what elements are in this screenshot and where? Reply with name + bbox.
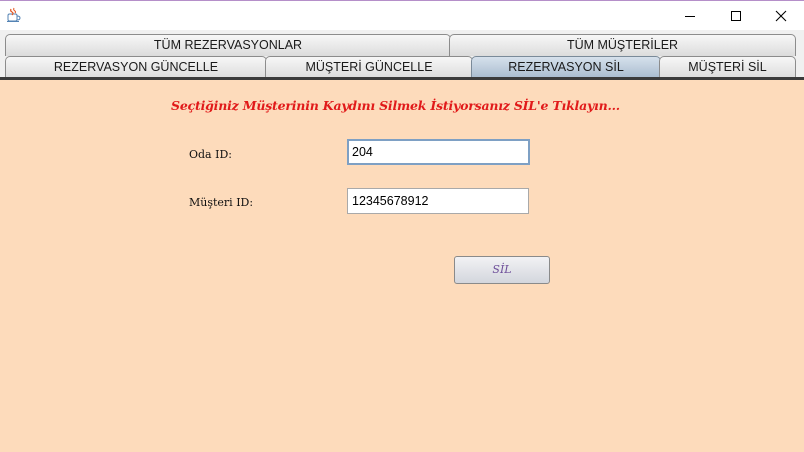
tab-all-reservations[interactable]: TÜM REZERVASYONLAR [5, 34, 451, 56]
tab-all-customers[interactable]: TÜM MÜŞTERİLER [449, 34, 796, 56]
close-icon [775, 10, 787, 21]
customer-id-field[interactable] [347, 188, 529, 214]
window-titlebar[interactable] [0, 0, 804, 30]
customer-id-label: Müşteri ID: [189, 196, 254, 209]
tab-delete-reservation[interactable]: REZERVASYON SİL [471, 56, 661, 78]
tab-delete-customer[interactable]: MÜŞTERİ SİL [659, 56, 796, 78]
tab-update-reservation[interactable]: REZERVASYON GÜNCELLE [5, 56, 267, 78]
minimize-icon [685, 15, 695, 17]
room-id-label: Oda ID: [189, 148, 232, 161]
close-button[interactable] [758, 1, 804, 30]
maximize-icon [731, 10, 741, 21]
maximize-button[interactable] [713, 1, 759, 30]
delete-button[interactable]: SİL [454, 256, 550, 284]
java-cup-icon [6, 7, 22, 23]
delete-reservation-panel: Seçtiğiniz Müşterinin Kaydını Silmek İst… [0, 80, 804, 452]
tab-bar: TÜM REZERVASYONLAR TÜM MÜŞTERİLER REZERV… [0, 30, 804, 80]
minimize-button[interactable] [667, 1, 713, 30]
instruction-heading: Seçtiğiniz Müşterinin Kaydını Silmek İst… [171, 98, 620, 113]
room-id-field[interactable] [347, 139, 530, 165]
tab-update-customer[interactable]: MÜŞTERİ GÜNCELLE [265, 56, 473, 78]
